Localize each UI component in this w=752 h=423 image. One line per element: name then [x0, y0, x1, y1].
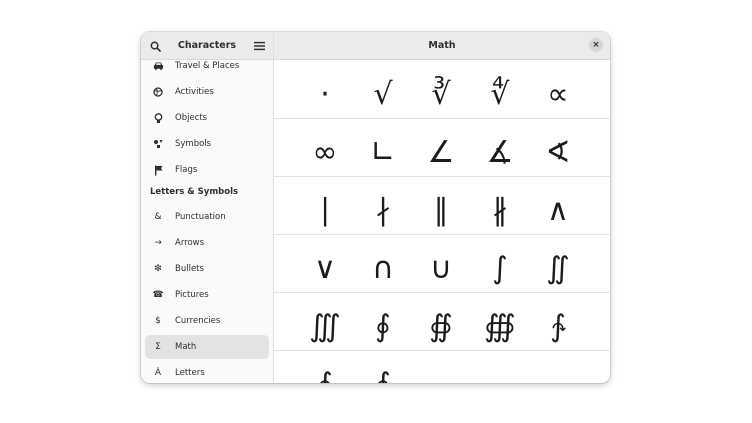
sidebar-item-pictures[interactable]: ☎ Pictures — [145, 283, 269, 307]
sidebar: Characters Travel & Places Activities Ob… — [141, 32, 274, 383]
sidebar-item-label: Punctuation — [175, 212, 226, 222]
sidebar-item-label: Objects — [175, 113, 208, 123]
glyph-row: ∨ ∩ ∪ ∫ ∬ — [274, 234, 610, 293]
glyph-row: ∞ ∟ ∠ ∡ ∢ — [274, 118, 610, 177]
character-cell[interactable]: ∤ — [354, 176, 412, 234]
character-cell[interactable]: ∛ — [412, 60, 470, 118]
sidebar-item-label: Letters — [175, 368, 205, 378]
sidebar-item-punctuation[interactable]: & Punctuation — [145, 205, 269, 229]
page-title: Math — [428, 40, 456, 51]
character-cell[interactable]: ∨ — [296, 234, 354, 292]
character-cell[interactable]: · — [296, 60, 354, 118]
close-button[interactable]: × — [589, 38, 603, 52]
telephone-icon: ☎ — [152, 290, 164, 300]
sigma-icon: Σ — [155, 342, 161, 352]
sidebar-item-label: Currencies — [175, 316, 221, 326]
shapes-icon — [151, 139, 165, 149]
glyph-row: ∭ ∮ ∯ ∰ ∱ — [274, 292, 610, 351]
glyph-row: ∣ ∤ ∥ ∦ ∧ — [274, 176, 610, 235]
sidebar-item-objects[interactable]: Objects — [145, 106, 269, 130]
search-button[interactable] — [146, 37, 164, 55]
character-cell[interactable]: ∥ — [412, 176, 470, 234]
character-cell[interactable]: ∞ — [296, 118, 354, 176]
character-cell[interactable]: ∡ — [471, 118, 529, 176]
character-cell[interactable]: ∟ — [354, 118, 412, 176]
content-header: Math × — [274, 32, 610, 60]
glyph-row: · √ ∛ ∜ ∝ — [274, 60, 610, 119]
sidebar-item-math[interactable]: Σ Math — [145, 335, 269, 359]
flag-icon — [151, 165, 165, 176]
characters-window: Characters Travel & Places Activities Ob… — [141, 32, 610, 383]
sidebar-item-letters[interactable]: Ȧ Letters — [145, 361, 269, 383]
ball-icon — [151, 87, 165, 97]
car-icon — [151, 61, 165, 71]
character-cell[interactable]: ∧ — [529, 176, 587, 234]
sidebar-item-arrows[interactable]: → Arrows — [145, 231, 269, 255]
sidebar-item-label: Flags — [175, 165, 198, 175]
character-cell[interactable]: ∜ — [471, 60, 529, 118]
character-cell[interactable]: ∮ — [354, 292, 412, 350]
character-cell[interactable]: ∠ — [412, 118, 470, 176]
character-cell[interactable]: ∯ — [412, 292, 470, 350]
character-grid: ·√∛∜∝∞∟∠∡∢∣∤∥∦∧∨∩∪∫∬∭∮∯∰∱∲∳ — [274, 60, 610, 383]
sidebar-item-label: Activities — [175, 87, 214, 97]
close-icon: × — [592, 40, 600, 50]
character-cell[interactable]: ∩ — [354, 234, 412, 292]
sidebar-item-label: Pictures — [175, 290, 209, 300]
ampersand-icon: & — [154, 212, 162, 222]
sidebar-item-activities[interactable]: Activities — [145, 80, 269, 104]
sidebar-item-label: Arrows — [175, 238, 205, 248]
character-cell[interactable]: ∳ — [354, 350, 412, 383]
character-cell[interactable]: ∫ — [471, 234, 529, 292]
bullet-icon: ❇ — [154, 264, 162, 274]
sidebar-item-label: Bullets — [175, 264, 204, 274]
main-menu-button[interactable] — [250, 37, 268, 55]
character-cell[interactable]: ∱ — [529, 292, 587, 350]
glyph-row: ∲∳ — [274, 350, 610, 383]
arrow-right-icon: → — [154, 238, 162, 248]
sidebar-item-bullets[interactable]: ❇ Bullets — [145, 257, 269, 281]
hamburger-menu-icon — [253, 41, 265, 51]
character-cell[interactable]: ∝ — [529, 60, 587, 118]
search-icon — [150, 41, 161, 52]
letter-a-icon: Ȧ — [154, 368, 162, 378]
character-cell[interactable]: ∬ — [529, 234, 587, 292]
lightbulb-icon — [151, 112, 165, 124]
sidebar-item-flags[interactable]: Flags — [145, 158, 269, 182]
character-cell[interactable]: ∭ — [296, 292, 354, 350]
sidebar-item-label: Symbols — [175, 139, 212, 149]
character-cell[interactable]: ∣ — [296, 176, 354, 234]
character-cell[interactable]: ∦ — [471, 176, 529, 234]
character-cell[interactable]: ∰ — [471, 292, 529, 350]
sidebar-item-label: Travel & Places — [175, 61, 240, 71]
sidebar-item-travel-places[interactable]: Travel & Places — [145, 54, 269, 78]
character-cell[interactable]: ∪ — [412, 234, 470, 292]
character-cell[interactable]: ∲ — [296, 350, 354, 383]
section-heading-letters-symbols: Letters & Symbols — [150, 187, 239, 197]
sidebar-item-symbols[interactable]: Symbols — [145, 132, 269, 156]
character-cell[interactable]: √ — [354, 60, 412, 118]
dollar-icon: $ — [155, 316, 161, 326]
sidebar-item-label: Math — [175, 342, 197, 352]
sidebar-item-currencies[interactable]: $ Currencies — [145, 309, 269, 333]
character-cell[interactable]: ∢ — [529, 118, 587, 176]
